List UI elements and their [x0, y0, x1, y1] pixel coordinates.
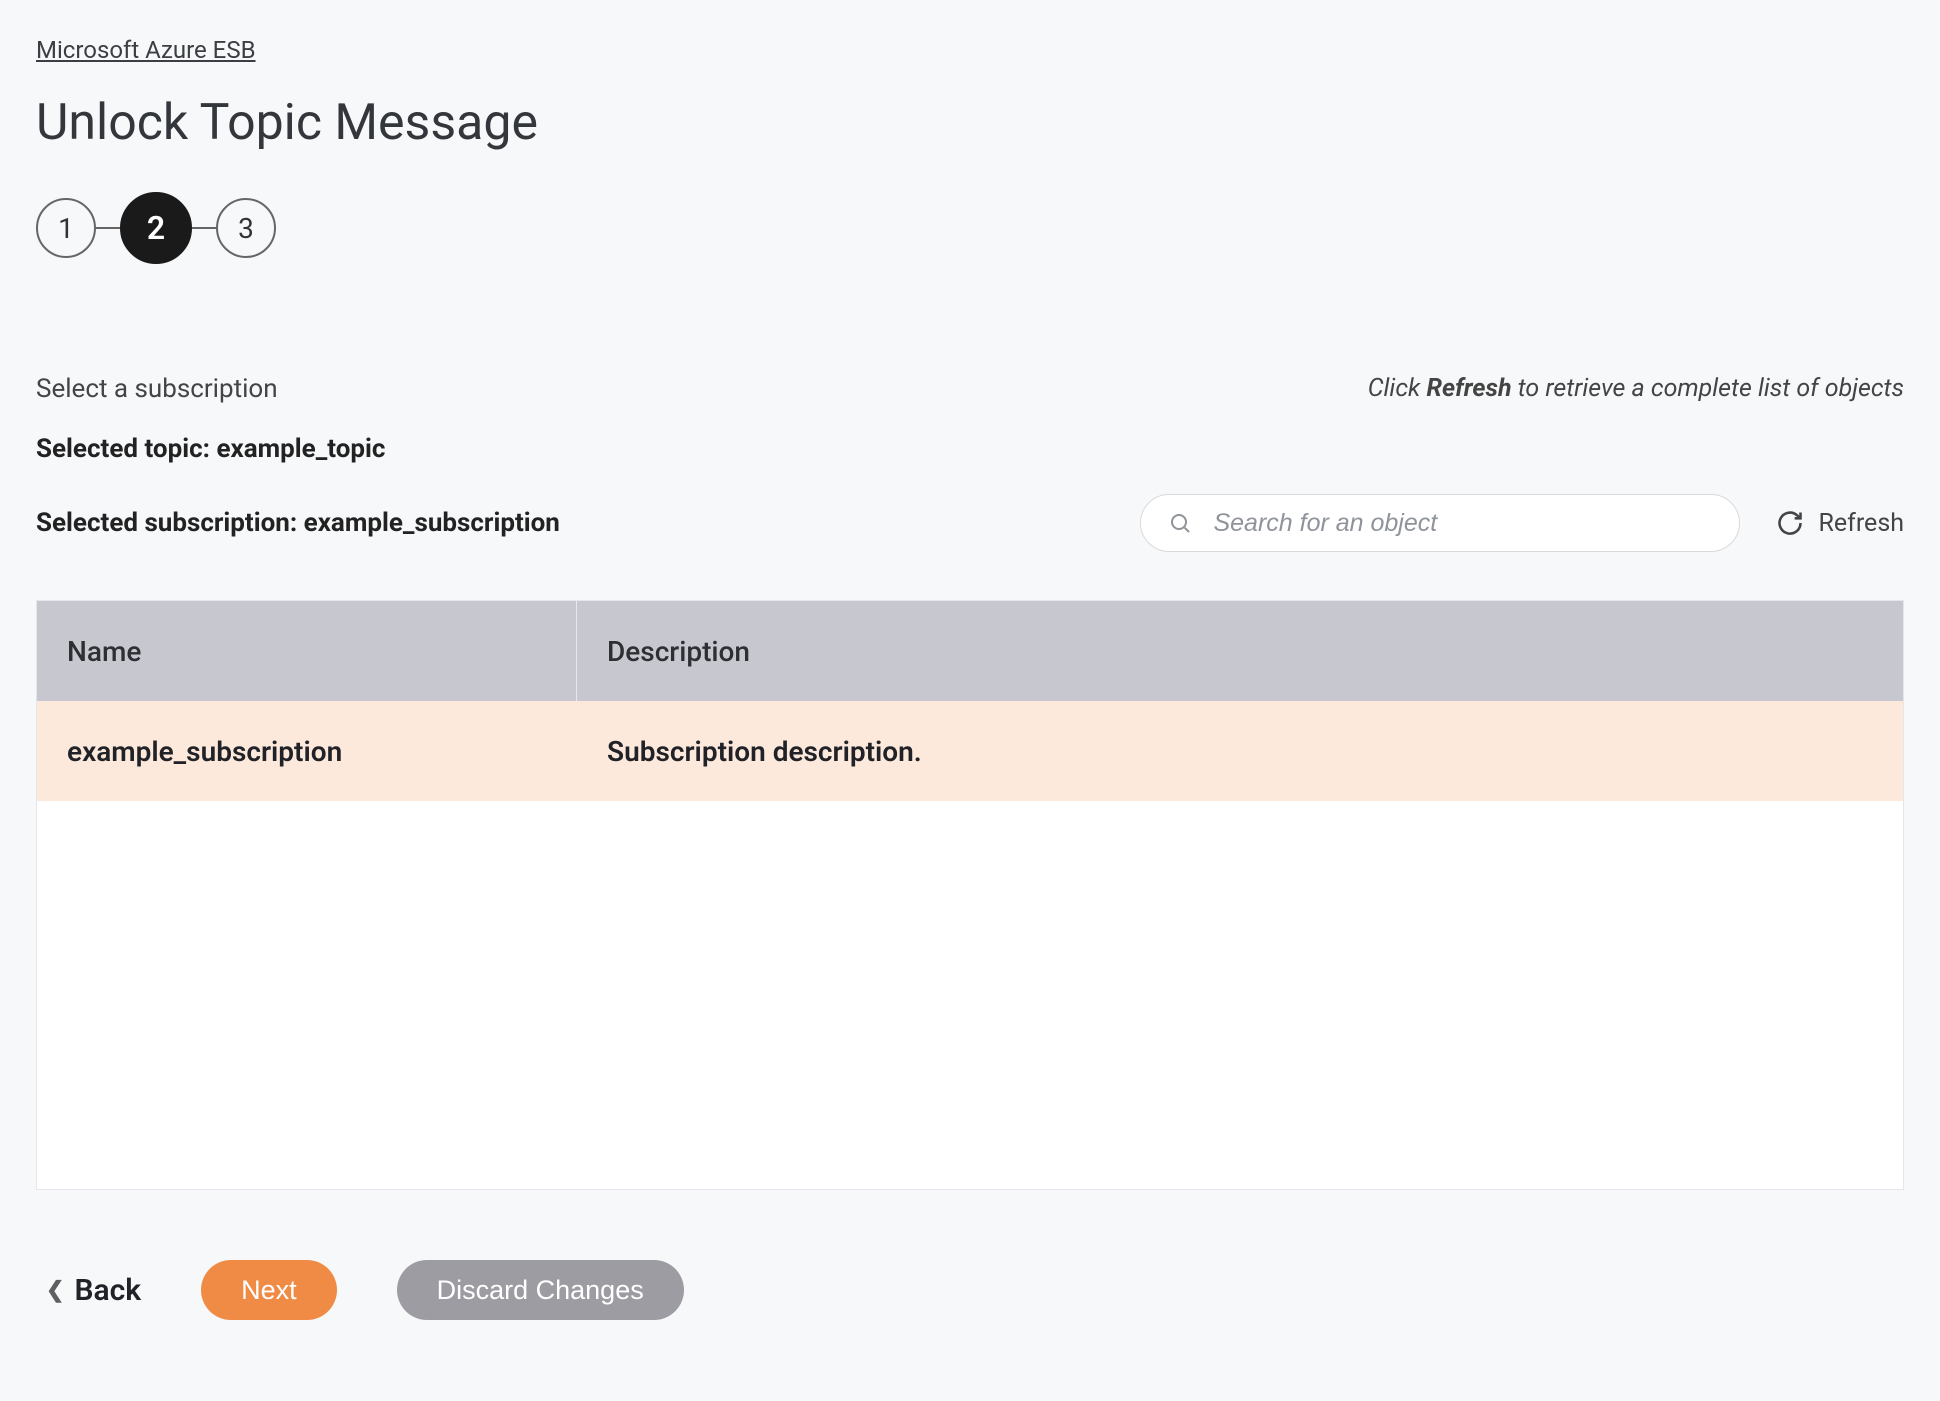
step-3[interactable]: 3 [216, 198, 276, 258]
discard-changes-button[interactable]: Discard Changes [397, 1260, 684, 1320]
table-header: Name Description [37, 601, 1903, 701]
refresh-button[interactable]: Refresh [1776, 509, 1904, 538]
back-button-label: Back [74, 1273, 141, 1308]
refresh-hint-bold: Refresh [1426, 374, 1511, 403]
selected-topic-label: Selected topic: [36, 434, 216, 464]
selected-subscription-label: Selected subscription: [36, 508, 304, 538]
refresh-button-label: Refresh [1818, 509, 1904, 538]
back-button[interactable]: ❮ Back [46, 1273, 141, 1308]
select-subscription-label: Select a subscription [36, 374, 278, 404]
selected-subscription: Selected subscription: example_subscript… [36, 508, 560, 538]
step-2[interactable]: 2 [120, 192, 192, 264]
column-header-name[interactable]: Name [37, 601, 577, 701]
cell-name: example_subscription [37, 735, 577, 768]
step-connector [192, 227, 216, 229]
cell-description: Subscription description. [577, 735, 1903, 768]
stepper: 1 2 3 [36, 192, 1904, 264]
page-container: Microsoft Azure ESB Unlock Topic Message… [0, 0, 1940, 1356]
table-row[interactable]: example_subscription Subscription descri… [37, 701, 1903, 801]
page-title: Unlock Topic Message [36, 94, 1904, 152]
subscription-table: Name Description example_subscription Su… [36, 600, 1904, 1190]
refresh-hint-prefix: Click [1368, 374, 1427, 403]
refresh-hint: Click Refresh to retrieve a complete lis… [1368, 374, 1904, 403]
refresh-icon [1776, 509, 1804, 537]
search-input[interactable] [1140, 494, 1740, 552]
chevron-left-icon: ❮ [46, 1278, 64, 1303]
search-box [1140, 494, 1740, 552]
subscription-search-row: Selected subscription: example_subscript… [36, 494, 1904, 552]
refresh-hint-suffix: to retrieve a complete list of objects [1512, 374, 1904, 403]
selected-topic-value: example_topic [216, 434, 385, 464]
selected-topic: Selected topic: example_topic [36, 434, 1904, 464]
search-refresh-group: Refresh [1140, 494, 1904, 552]
column-header-description[interactable]: Description [577, 635, 1903, 668]
step-1[interactable]: 1 [36, 198, 96, 258]
next-button[interactable]: Next [201, 1260, 337, 1320]
step-connector [96, 227, 120, 229]
search-icon [1168, 511, 1192, 535]
info-row: Select a subscription Click Refresh to r… [36, 374, 1904, 404]
footer-buttons: ❮ Back Next Discard Changes [36, 1260, 1904, 1320]
breadcrumb-link[interactable]: Microsoft Azure ESB [36, 36, 256, 64]
selected-subscription-value: example_subscription [304, 508, 560, 538]
